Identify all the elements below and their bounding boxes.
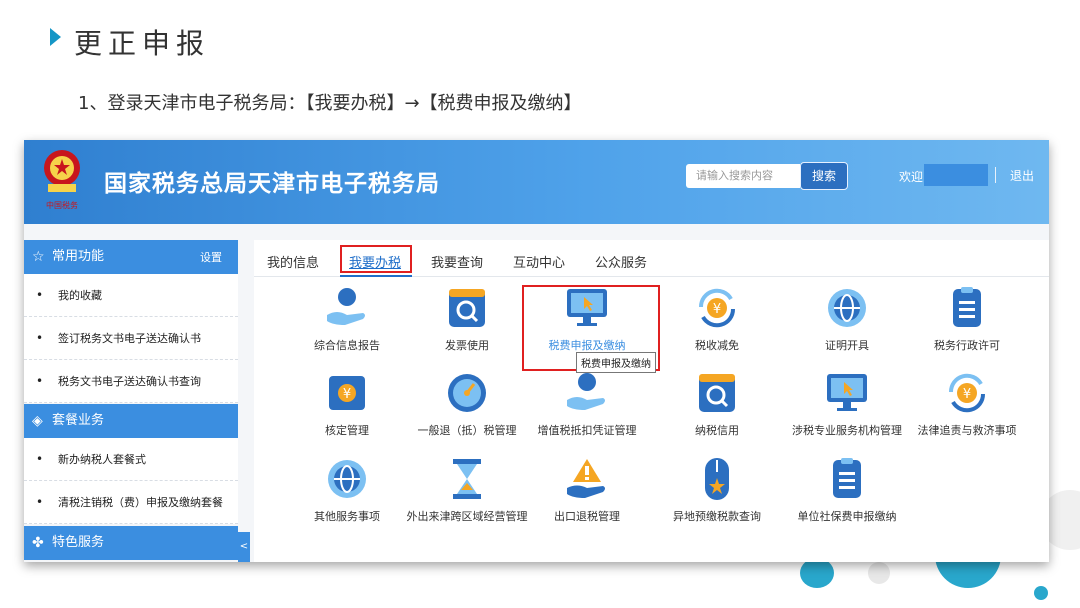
clover-icon: ✤ — [32, 535, 44, 551]
site-title: 国家税务总局天津市电子税务局 — [104, 171, 440, 197]
service-label: 涉税专业服务机构管理 — [792, 424, 902, 437]
service-label: 法律追责与救济事项 — [917, 424, 1017, 437]
settings-link[interactable]: 设置 — [200, 241, 222, 275]
layers-icon: ◈ — [32, 413, 43, 429]
tab-highlight-box — [340, 245, 412, 273]
svg-text:¥: ¥ — [963, 387, 971, 402]
service-label: 异地预缴税款查询 — [673, 510, 761, 523]
yen-ticket-icon: ¥ — [323, 370, 371, 416]
decor-circle — [800, 558, 834, 588]
sidebar-header-special[interactable]: ✤ 特色服务 — [24, 526, 238, 560]
invoice-search-icon — [443, 285, 491, 331]
tooltip: 税费申报及缴纳 — [576, 352, 656, 373]
clipboard-icon — [823, 456, 871, 502]
title-marker-icon — [50, 28, 61, 46]
sidebar-item-confirmation-query[interactable]: 税务文书电子送达确认书查询 — [24, 360, 238, 403]
service-label: 发票使用 — [445, 339, 489, 352]
service-label: 其他服务事项 — [314, 510, 380, 523]
monitor-cursor-icon — [823, 370, 871, 416]
search-input[interactable]: 请输入搜索内容 — [686, 164, 800, 188]
svg-text:¥: ¥ — [343, 387, 351, 402]
national-emblem-icon: 中国税务 — [44, 150, 80, 210]
clipboard-icon — [943, 285, 991, 331]
service-label: 核定管理 — [325, 424, 369, 437]
welcome-text: 欢迎 — [899, 170, 924, 184]
warning-hand-icon — [563, 456, 611, 502]
hand-money-icon — [323, 285, 371, 331]
service-label: 纳税信用 — [695, 424, 739, 437]
service-label: 证明开具 — [825, 339, 869, 352]
svg-text:¥: ¥ — [713, 302, 721, 317]
sidebar-header-label: 特色服务 — [52, 535, 105, 550]
service-item[interactable]: 单位社保费申报缴纳 — [782, 456, 912, 525]
sidebar-header-label: 常用功能 — [52, 249, 105, 264]
active-tab-indicator — [340, 275, 412, 277]
hand-money-icon — [563, 370, 611, 416]
service-item[interactable]: ¥ 法律追责与救济事项 — [902, 370, 1032, 439]
service-item[interactable]: 纳税信用 — [652, 370, 782, 439]
decor-circle — [868, 562, 890, 584]
tab-public-service[interactable]: 公众服务 — [595, 252, 647, 271]
step-instruction: 1、登录天津市电子税务局：【我要办税】→【税费申报及缴纳】 — [78, 93, 582, 114]
service-label: 外出来津跨区域经营管理 — [406, 510, 528, 523]
slide-title: 更正申报 — [74, 27, 211, 60]
service-item[interactable]: 涉税专业服务机构管理 — [782, 370, 912, 439]
tab-my-info[interactable]: 我的信息 — [267, 252, 319, 271]
service-item[interactable]: 税务行政许可 — [902, 285, 1032, 354]
username-redacted — [924, 164, 988, 186]
service-label: 税收减免 — [695, 339, 739, 352]
sidebar-item-deregistration[interactable]: 清税注销税（费）申报及缴纳套餐 — [24, 481, 238, 524]
sidebar-header-label: 套餐业务 — [52, 413, 105, 428]
yen-refresh-icon: ¥ — [943, 370, 991, 416]
sidebar-header-package[interactable]: ◈ 套餐业务 — [24, 404, 238, 438]
service-item[interactable]: 出口退税管理 — [522, 456, 652, 525]
service-label: 出口退税管理 — [554, 510, 620, 523]
sidebar-header-common[interactable]: ☆ 常用功能 设置 — [24, 240, 238, 274]
decor-circle — [1034, 586, 1048, 600]
globe-icon — [323, 456, 371, 502]
sidebar-item-favorites[interactable]: 我的收藏 — [24, 274, 238, 317]
service-label: 税务行政许可 — [934, 339, 1000, 352]
service-label: 增值税抵扣凭证管理 — [537, 424, 637, 437]
mouse-star-icon — [693, 456, 741, 502]
main-panel: 我的信息 我要办税 我要查询 互动中心 公众服务 综合信息报告 发票使用 税费申报及… — [254, 240, 1049, 562]
hourglass-icon — [443, 456, 491, 502]
service-item[interactable]: 异地预缴税款查询 — [652, 456, 782, 525]
search-button[interactable]: 搜索 — [800, 162, 848, 190]
sidebar-collapse-button[interactable]: < — [238, 532, 250, 562]
service-label: 一般退（抵）税管理 — [417, 424, 517, 437]
tab-interaction[interactable]: 互动中心 — [513, 252, 565, 271]
service-item[interactable]: ¥ 税收减免 — [652, 285, 782, 354]
tax-portal-screenshot: 中国税务 国家税务总局天津市电子税务局 请输入搜索内容 搜索 欢迎 退出 ☆ 常… — [24, 140, 1049, 562]
service-item[interactable]: 发票使用 — [402, 285, 532, 354]
globe-icon — [823, 285, 871, 331]
sidebar: ☆ 常用功能 设置 我的收藏 签订税务文书电子送达确认书 税务文书电子送达确认书… — [24, 240, 238, 562]
service-item[interactable]: 综合信息报告 — [282, 285, 412, 354]
invoice-search-icon — [693, 370, 741, 416]
service-item[interactable]: 一般退（抵）税管理 — [402, 370, 532, 439]
gauge-icon — [443, 370, 491, 416]
svg-text:中国税务: 中国税务 — [46, 200, 78, 210]
service-item[interactable]: 增值税抵扣凭证管理 — [522, 370, 652, 439]
header-divider — [995, 167, 996, 183]
tab-query[interactable]: 我要查询 — [431, 252, 483, 271]
sidebar-item-new-taxpayer[interactable]: 新办纳税人套餐式 — [24, 438, 238, 481]
service-label: 单位社保费申报缴纳 — [797, 510, 897, 523]
star-icon: ☆ — [32, 249, 45, 265]
service-item[interactable]: 其他服务事项 — [282, 456, 412, 525]
portal-header: 中国税务 国家税务总局天津市电子税务局 请输入搜索内容 搜索 欢迎 退出 — [24, 140, 1049, 224]
service-label: 综合信息报告 — [314, 339, 380, 352]
sidebar-item-sign-confirmation[interactable]: 签订税务文书电子送达确认书 — [24, 317, 238, 360]
service-item[interactable]: 外出来津跨区域经营管理 — [402, 456, 532, 525]
yen-refresh-icon: ¥ — [693, 285, 741, 331]
service-item[interactable]: ¥ 核定管理 — [282, 370, 412, 439]
logout-link[interactable]: 退出 — [1010, 167, 1034, 184]
service-item[interactable]: 证明开具 — [782, 285, 912, 354]
